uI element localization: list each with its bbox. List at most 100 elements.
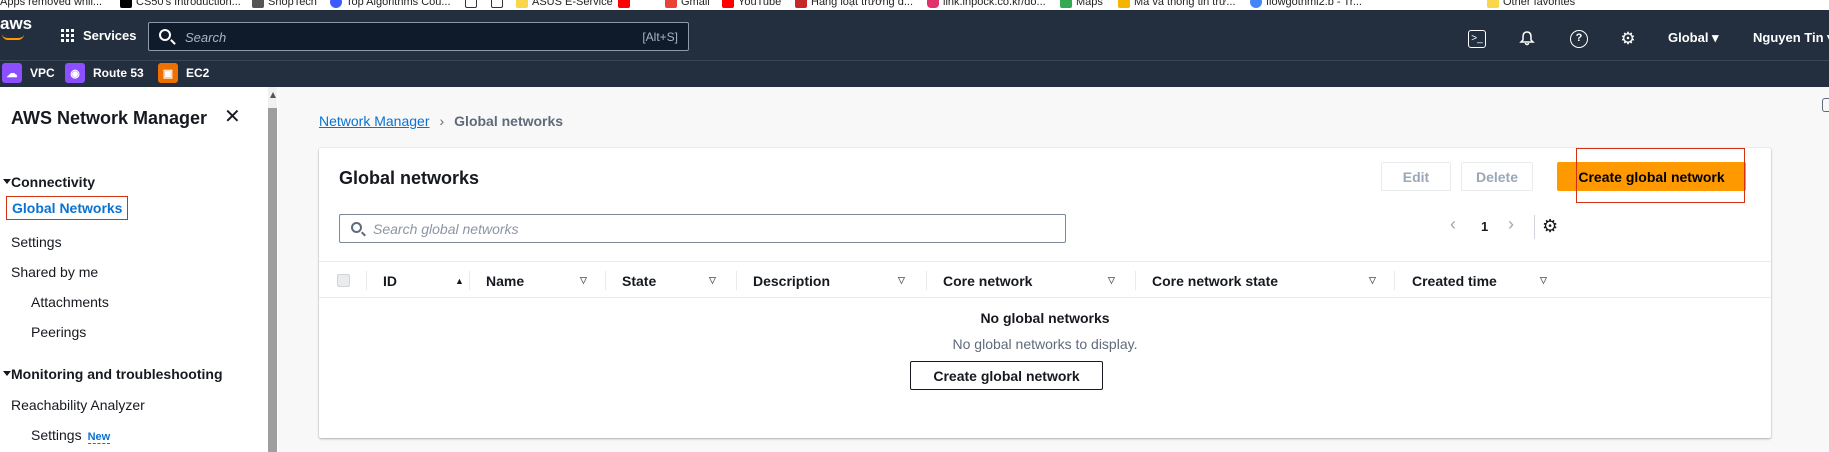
bookmark-item[interactable]: Other favorites [1487, 0, 1575, 8]
favorite-route53[interactable]: ◉ Route 53 [65, 63, 144, 83]
select-all-checkbox[interactable] [337, 274, 350, 287]
news-icon [795, 0, 807, 8]
global-search[interactable]: [Alt+S] [148, 22, 689, 51]
empty-state-description: No global networks to display. [952, 336, 1138, 352]
vpc-icon: ☁ [2, 63, 22, 83]
sort-icon: ▽ [709, 275, 716, 285]
scroll-up-icon[interactable] [270, 92, 276, 98]
sidebar-item-reachability-analyzer[interactable]: Reachability Analyzer [11, 397, 145, 413]
search-shortcut-hint: [Alt+S] [642, 30, 678, 44]
bookmark-item[interactable]: flowgothmi2.b - Tr... [1250, 0, 1362, 8]
bookmark-item[interactable]: Mã và thông tin trư... [1118, 0, 1236, 8]
bookmark-item[interactable]: Apps removed whil... [0, 0, 102, 8]
cs50-icon [120, 0, 132, 8]
sort-icon: ▽ [898, 275, 905, 285]
bookmark-item[interactable]: Top Algorithms Cou... [330, 0, 451, 8]
sidebar-item-attachments[interactable]: Attachments [31, 294, 109, 310]
global-search-input[interactable] [185, 28, 585, 46]
close-icon[interactable]: ✕ [224, 107, 241, 127]
new-badge: New [87, 431, 111, 444]
bookmark-item[interactable]: Hàng loạt trường đ... [795, 0, 913, 8]
sort-icon: ▽ [580, 275, 587, 285]
page-number[interactable]: 1 [1481, 219, 1488, 234]
bookmark-item[interactable] [491, 0, 503, 8]
breadcrumb-network-manager-link[interactable]: Network Manager [319, 113, 430, 129]
delete-button[interactable]: Delete [1461, 162, 1533, 191]
side-nav-scroll-thumb[interactable] [268, 108, 277, 452]
breadcrumb-current: Global networks [454, 113, 564, 129]
favorite-vpc[interactable]: ☁ VPC [2, 63, 55, 83]
favorites-bar: ☁ VPC ◉ Route 53 ▣ EC2 [0, 60, 1829, 87]
bookmark-item[interactable]: Maps [1060, 0, 1103, 8]
bookmark-icon [1118, 0, 1130, 8]
search-global-networks-input[interactable] [373, 220, 973, 238]
folder-icon [516, 0, 528, 8]
notifications-bell-icon[interactable] [1518, 30, 1536, 48]
youtube-icon [618, 0, 630, 8]
folder-icon [1487, 0, 1499, 8]
aws-logo[interactable]: aws [0, 14, 32, 40]
divider [736, 271, 737, 290]
grid-icon [61, 28, 75, 43]
page-icon [465, 0, 477, 8]
edit-button[interactable]: Edit [1381, 162, 1451, 191]
bookmark-item[interactable]: link.inpock.co.kr/do... [927, 0, 1046, 8]
maps-icon [1060, 0, 1072, 8]
column-header-state[interactable]: State ▽ [622, 262, 726, 299]
bookmark-item[interactable] [465, 0, 477, 8]
google-icon [1250, 0, 1262, 8]
bookmark-item[interactable] [618, 0, 630, 8]
panel-toggle-icon[interactable] [1822, 98, 1829, 112]
bookmarks-bar: Apps removed whil... CS50's Introduction… [0, 0, 1829, 10]
route53-icon: ◉ [65, 63, 85, 83]
create-global-network-button[interactable]: Create global network [1557, 162, 1746, 191]
bookmark-item[interactable]: YouTube [722, 0, 781, 8]
sidebar-item-peerings[interactable]: Peerings [31, 324, 86, 340]
table-filter[interactable] [339, 214, 1066, 243]
previous-page-icon[interactable]: ‹ [1450, 214, 1456, 235]
favorite-ec2[interactable]: ▣ EC2 [158, 63, 209, 83]
column-header-description[interactable]: Description ▽ [753, 262, 913, 299]
divider [1534, 215, 1535, 239]
sidebar-item-settings[interactable]: Settings [11, 234, 62, 250]
algorithms-icon [330, 0, 342, 8]
section-monitoring[interactable]: Monitoring and troubleshooting [3, 366, 223, 382]
main-content: Network Manager › Global networks Global… [278, 87, 1829, 452]
sidebar-item-settings-new[interactable]: Settings New [31, 427, 111, 444]
table-header: ID ▲ Name ▽ State ▽ Description ▽ Core n… [319, 261, 1771, 298]
bookmark-item[interactable]: Gmail [665, 0, 710, 8]
cloudshell-icon[interactable]: >_ [1468, 30, 1486, 48]
help-icon[interactable]: ? [1570, 30, 1588, 48]
divider [605, 271, 606, 290]
bookmark-item[interactable]: ShopTech [252, 0, 317, 8]
column-header-core-network-state[interactable]: Core network state ▽ [1152, 262, 1384, 299]
bookmark-item[interactable]: ASUS E-Service [516, 0, 613, 8]
side-nav-title: AWS Network Manager [11, 108, 208, 128]
sort-ascending-icon: ▲ [455, 275, 464, 286]
sort-icon: ▽ [1108, 275, 1115, 285]
column-header-name[interactable]: Name ▽ [486, 262, 596, 299]
empty-state-title: No global networks [980, 310, 1110, 326]
aws-top-nav: aws Services [Alt+S] >_ ? ⚙ Global ▾ Ngu… [0, 10, 1829, 67]
account-menu[interactable]: Nguyen Tin ▾ [1753, 30, 1829, 46]
table-title: Global networks [339, 168, 480, 188]
empty-state-create-button[interactable]: Create global network [910, 361, 1103, 390]
column-header-id[interactable]: ID ▲ [383, 262, 469, 299]
sidebar-item-shared-by-me[interactable]: Shared by me [11, 264, 98, 280]
column-header-core-network[interactable]: Core network ▽ [943, 262, 1123, 299]
section-connectivity[interactable]: Connectivity [2, 174, 95, 190]
sidebar-item-global-networks[interactable]: Global Networks [6, 196, 129, 220]
shoptech-icon [252, 0, 264, 8]
global-networks-table-card: Global networks Edit Delete Create globa… [319, 148, 1771, 438]
services-menu-button[interactable]: Services [61, 28, 137, 43]
bookmark-item[interactable]: CS50's Introduction... [120, 0, 241, 8]
settings-gear-icon[interactable]: ⚙ [1619, 30, 1637, 48]
sort-icon: ▽ [1369, 275, 1376, 285]
table-preferences-gear-icon[interactable]: ⚙ [1542, 216, 1558, 237]
column-header-created-time[interactable]: Created time ▽ [1412, 262, 1556, 299]
divider [926, 271, 927, 290]
next-page-icon[interactable]: › [1508, 214, 1514, 235]
sort-icon: ▽ [1540, 275, 1547, 285]
divider [1394, 271, 1395, 290]
region-selector[interactable]: Global ▾ [1668, 30, 1719, 46]
